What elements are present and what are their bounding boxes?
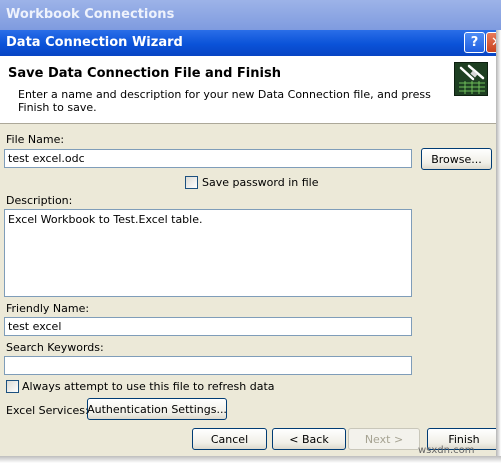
file-name-label: File Name: bbox=[6, 133, 65, 146]
description-textarea[interactable]: Excel Workbook to Test.Excel table. bbox=[4, 209, 412, 297]
file-name-input[interactable]: test excel.odc bbox=[4, 149, 412, 168]
wizard-header: Save Data Connection File and Finish Ent… bbox=[0, 56, 496, 124]
data-connection-wizard-dialog: Data Connection Wizard ? ✕ Save Data Con… bbox=[0, 30, 496, 456]
save-password-checkbox[interactable] bbox=[185, 176, 198, 189]
wizard-step-description: Enter a name and description for your ne… bbox=[18, 88, 431, 114]
friendly-name-input[interactable]: test excel bbox=[4, 317, 412, 336]
cancel-button[interactable]: Cancel bbox=[192, 428, 267, 450]
window-shadow-bottom bbox=[0, 456, 501, 463]
friendly-name-label: Friendly Name: bbox=[6, 302, 90, 315]
help-button[interactable]: ? bbox=[464, 32, 485, 53]
dialog-titlebar[interactable]: Data Connection Wizard ? ✕ bbox=[0, 30, 496, 56]
dialog-title: Data Connection Wizard bbox=[6, 35, 183, 50]
help-icon: ? bbox=[470, 35, 479, 50]
browse-button[interactable]: Browse... bbox=[421, 148, 492, 170]
back-button[interactable]: < Back bbox=[272, 428, 346, 450]
always-attempt-checkbox[interactable] bbox=[6, 380, 19, 393]
search-keywords-label: Search Keywords: bbox=[6, 341, 104, 354]
parent-window-title: Workbook Connections bbox=[0, 0, 501, 30]
save-password-label: Save password in file bbox=[202, 176, 319, 189]
excel-services-label: Excel Services: bbox=[6, 404, 89, 417]
next-button[interactable]: Next > bbox=[348, 428, 420, 450]
search-keywords-input[interactable] bbox=[4, 356, 412, 375]
window-shadow-right bbox=[496, 30, 501, 463]
close-button[interactable]: ✕ bbox=[486, 32, 496, 53]
watermark: wsxdn.com bbox=[418, 445, 475, 456]
wizard-step-title: Save Data Connection File and Finish bbox=[8, 66, 281, 81]
description-label: Description: bbox=[6, 194, 73, 207]
authentication-settings-button[interactable]: Authentication Settings... bbox=[87, 398, 227, 420]
always-attempt-label: Always attempt to use this file to refre… bbox=[22, 380, 275, 393]
wizard-connection-icon bbox=[454, 62, 488, 96]
